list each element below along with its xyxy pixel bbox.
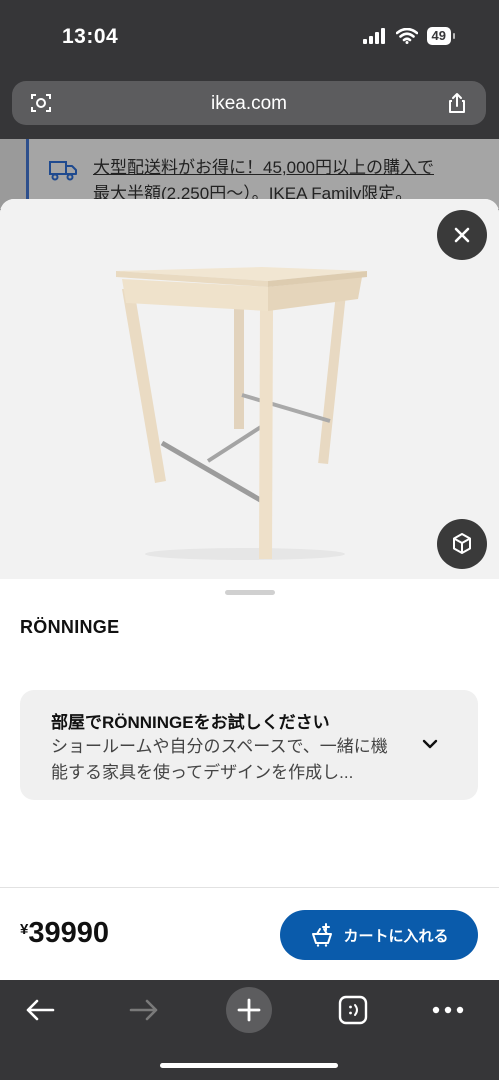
product-sheet: RÖNNINGE 部屋でRÖNNINGEをお試しください ショールームや自分のス… — [0, 199, 499, 980]
tabs-icon — [338, 995, 368, 1025]
url-text[interactable]: ikea.com — [12, 93, 486, 115]
product-name: RÖNNINGE — [20, 617, 120, 637]
status-time: 13:04 — [62, 25, 119, 48]
try-card-description: ショールームや自分のスペースで、一緒に機能する家具を使ってデザインを作成し... — [51, 737, 388, 782]
address-bar[interactable]: ikea.com — [12, 81, 486, 125]
truck-icon — [49, 161, 77, 181]
3d-viewer[interactable] — [0, 199, 499, 579]
divider — [0, 887, 499, 888]
cart-add-icon — [312, 923, 333, 947]
close-icon — [454, 227, 470, 243]
back-icon — [26, 999, 55, 1021]
add-to-cart-button[interactable]: カートに入れる — [280, 910, 478, 960]
battery-tip — [453, 33, 455, 39]
add-to-cart-label: カートに入れる — [343, 927, 449, 945]
more-icon — [432, 1006, 464, 1014]
ar-view-button[interactable] — [437, 519, 487, 569]
chevron-down-icon[interactable] — [421, 735, 439, 753]
more-button[interactable] — [426, 988, 470, 1032]
share-icon[interactable] — [446, 92, 468, 114]
battery-indicator: 49 — [426, 27, 455, 45]
address-bar-area: ikea.com — [0, 75, 499, 139]
sheet-drag-handle[interactable] — [225, 590, 275, 595]
forward-button[interactable] — [122, 988, 166, 1032]
product-price: ¥39990 — [20, 917, 109, 950]
try-card-title: 部屋でRÖNNINGEをお試しください — [51, 713, 330, 732]
signal-icon — [362, 28, 385, 44]
price-value: 39990 — [28, 917, 109, 949]
status-bar: 13:04 49 — [0, 0, 499, 75]
back-button[interactable] — [18, 988, 62, 1032]
home-indicator — [160, 1063, 338, 1068]
banner-line-1[interactable]: 大型配送料がお得に！45,000円以上の購入で — [93, 155, 434, 181]
wifi-icon — [395, 28, 418, 44]
new-tab-button[interactable] — [226, 987, 272, 1033]
new-tab-icon — [237, 998, 261, 1022]
close-button[interactable] — [437, 210, 487, 260]
ar-cube-icon — [453, 533, 471, 554]
forward-icon — [129, 999, 158, 1021]
battery-level: 49 — [426, 27, 451, 45]
product-image — [116, 267, 367, 560]
status-icons: 49 — [362, 27, 455, 45]
tabs-button[interactable] — [331, 988, 375, 1032]
try-in-room-card[interactable]: 部屋でRÖNNINGEをお試しください ショールームや自分のスペースで、一緒に機… — [20, 690, 478, 800]
price-currency: ¥ — [20, 921, 29, 938]
